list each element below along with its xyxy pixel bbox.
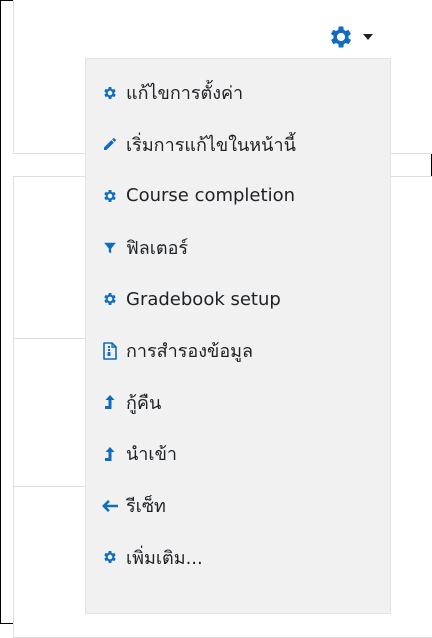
menu-item-gradebook-setup[interactable]: Gradebook setup [86,273,390,325]
page-frame: แก้ไขการตั้งค่า เริ่มการแก้ไขในหน้านี้ C… [0,0,432,638]
menu-item-filters[interactable]: ฟิลเตอร์ [86,222,390,274]
menu-item-restore[interactable]: กู้คืน [86,377,390,429]
menu-item-import[interactable]: นำเข้า [86,428,390,480]
menu-item-label: รีเซ็ท [126,496,166,518]
menu-item-label: การสำรองข้อมูล [126,341,254,363]
archive-file-icon [102,341,118,360]
gear-icon [102,187,118,205]
menu-item-label: Course completion [126,185,295,207]
content-divider [13,338,93,339]
menu-item-label: เพิ่มเติม... [126,547,203,569]
menu-item-label: กู้คืน [126,392,162,414]
gear-icon [327,23,355,51]
gear-icon [102,84,118,102]
menu-item-label: Gradebook setup [126,288,281,310]
menu-item-label: แก้ไขการตั้งค่า [126,83,244,105]
gear-icon [102,290,118,308]
pencil-icon [102,135,118,153]
actions-dropdown-menu: แก้ไขการตั้งค่า เริ่มการแก้ไขในหน้านี้ C… [85,58,391,614]
arrow-left-icon [102,497,118,515]
menu-item-label: ฟิลเตอร์ [126,238,189,260]
menu-item-course-completion[interactable]: Course completion [86,170,390,222]
menu-item-more[interactable]: เพิ่มเติม... [86,531,390,583]
upload-arrow-icon [102,393,118,411]
caret-down-icon [363,34,373,40]
menu-item-label: นำเข้า [126,444,177,466]
actions-menu-toggle[interactable] [327,19,397,55]
menu-item-edit-settings[interactable]: แก้ไขการตั้งค่า [86,67,390,119]
menu-item-backup[interactable]: การสำรองข้อมูล [86,325,390,377]
content-divider [13,486,93,487]
upload-arrow-icon [102,445,118,463]
menu-item-turn-editing-on[interactable]: เริ่มการแก้ไขในหน้านี้ [86,119,390,171]
menu-item-label: เริ่มการแก้ไขในหน้านี้ [126,134,296,156]
gear-icon [102,548,118,566]
menu-item-reset[interactable]: รีเซ็ท [86,480,390,532]
filter-icon [102,239,118,257]
